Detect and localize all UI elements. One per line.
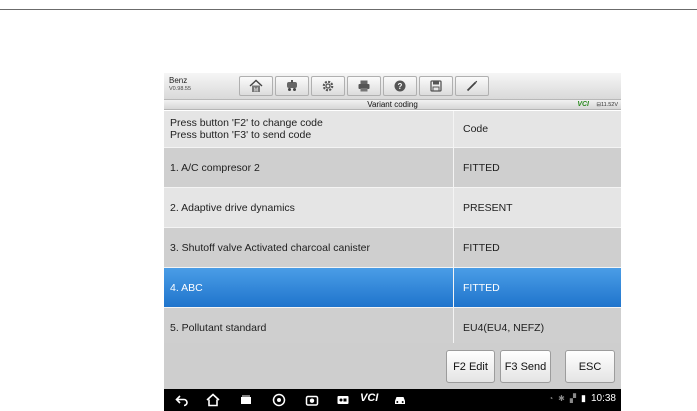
row-label: 1. A/C compresor 2	[164, 148, 454, 187]
vehicle-nav-button[interactable]	[392, 392, 408, 408]
table-row[interactable]: 2. Adaptive drive dynamics PRESENT	[164, 188, 621, 228]
instruction-cell: Press button 'F2' to change code Press b…	[164, 111, 454, 147]
pen-icon	[466, 80, 478, 92]
battery-voltage: ⊟11.52V	[596, 102, 618, 108]
tablet-screen: Benz V0.98.55 M ? Variant coding VCI ⊟11…	[164, 73, 621, 411]
save-icon	[430, 80, 442, 92]
wifi-icon: ◔	[548, 394, 554, 403]
row-label: 2. Adaptive drive dynamics	[164, 188, 454, 227]
camera-icon	[305, 395, 319, 406]
recent-apps-icon	[241, 395, 251, 404]
vehicle-info: Benz V0.98.55	[169, 76, 191, 94]
page-title: Variant coding	[367, 100, 418, 109]
page-rule	[0, 9, 697, 10]
row-value: FITTED	[463, 161, 500, 174]
home-nav-button[interactable]	[205, 392, 221, 408]
home-button[interactable]: M	[239, 76, 273, 96]
back-button[interactable]	[174, 392, 190, 408]
coding-table: Press button 'F2' to change code Press b…	[164, 111, 621, 348]
function-bar: F2 Edit F3 Send ESC	[164, 343, 621, 389]
vci-nav-button[interactable]: VCI	[360, 392, 378, 404]
svg-text:?: ?	[398, 82, 403, 91]
svg-text:M: M	[254, 87, 258, 93]
title-bar: Variant coding VCI ⊟11.52V	[164, 100, 621, 110]
table-row[interactable]: 1. A/C compresor 2 FITTED	[164, 148, 621, 188]
software-version: V0.98.55	[169, 86, 192, 92]
vehicle-swap-button[interactable]	[275, 76, 309, 96]
row-value: FITTED	[463, 241, 500, 254]
screen-record-icon	[337, 396, 349, 404]
esc-button[interactable]: ESC	[565, 350, 615, 383]
home-nav-icon	[206, 393, 220, 407]
help-button[interactable]: ?	[383, 76, 417, 96]
help-icon: ?	[394, 80, 406, 92]
status-area: ◔ ✱ ▞ ▮ 10:38	[548, 393, 616, 404]
battery-voltage-value: 11.52V	[600, 102, 618, 108]
table-row-selected[interactable]: 4. ABC FITTED	[164, 268, 621, 308]
signal-icon: ▞	[569, 394, 577, 403]
recent-apps-button[interactable]	[238, 392, 254, 408]
row-value: PRESENT	[463, 201, 513, 214]
settings-button[interactable]	[311, 76, 345, 96]
print-button[interactable]	[347, 76, 381, 96]
row-label: 4. ABC	[164, 268, 454, 307]
bluetooth-icon: ✱	[558, 394, 565, 403]
home-icon: M	[249, 79, 263, 93]
screen-record-button[interactable]	[335, 392, 351, 408]
toolbar: M ?	[239, 76, 491, 96]
app-header: Benz V0.98.55 M ?	[164, 73, 621, 100]
battery-icon: ▮	[581, 393, 586, 403]
row-value: EU4(EU4, NEFZ)	[463, 321, 545, 334]
save-button[interactable]	[419, 76, 453, 96]
browser-button[interactable]	[271, 392, 287, 408]
row-value: FITTED	[463, 281, 500, 294]
vehicle-make: Benz	[169, 76, 188, 85]
browser-icon	[272, 393, 286, 407]
f3-send-button[interactable]: F3 Send	[500, 350, 551, 383]
instruction-line-1: Press button 'F2' to change code	[170, 117, 323, 129]
f2-edit-button[interactable]: F2 Edit	[446, 350, 495, 383]
gear-icon	[322, 80, 334, 92]
table-header-row: Press button 'F2' to change code Press b…	[164, 111, 621, 148]
pen-button[interactable]	[455, 76, 489, 96]
table-row[interactable]: 3. Shutoff valve Activated charcoal cani…	[164, 228, 621, 268]
instruction-line-2: Press button 'F3' to send code	[170, 129, 312, 141]
camera-button[interactable]	[304, 392, 320, 408]
clock: 10:38	[590, 393, 616, 404]
row-label: 5. Pollutant standard	[164, 308, 454, 347]
back-icon	[175, 395, 188, 407]
vehicle-swap-icon	[287, 80, 297, 91]
table-row[interactable]: 5. Pollutant standard EU4(EU4, NEFZ)	[164, 308, 621, 348]
row-label: 3. Shutoff valve Activated charcoal cani…	[164, 228, 454, 267]
system-nav-bar: VCI ◔ ✱ ▞ ▮ 10:38	[164, 389, 621, 411]
code-header: Code	[463, 123, 489, 135]
vci-status: VCI	[577, 101, 589, 108]
print-icon	[358, 80, 370, 92]
car-icon	[395, 397, 405, 404]
